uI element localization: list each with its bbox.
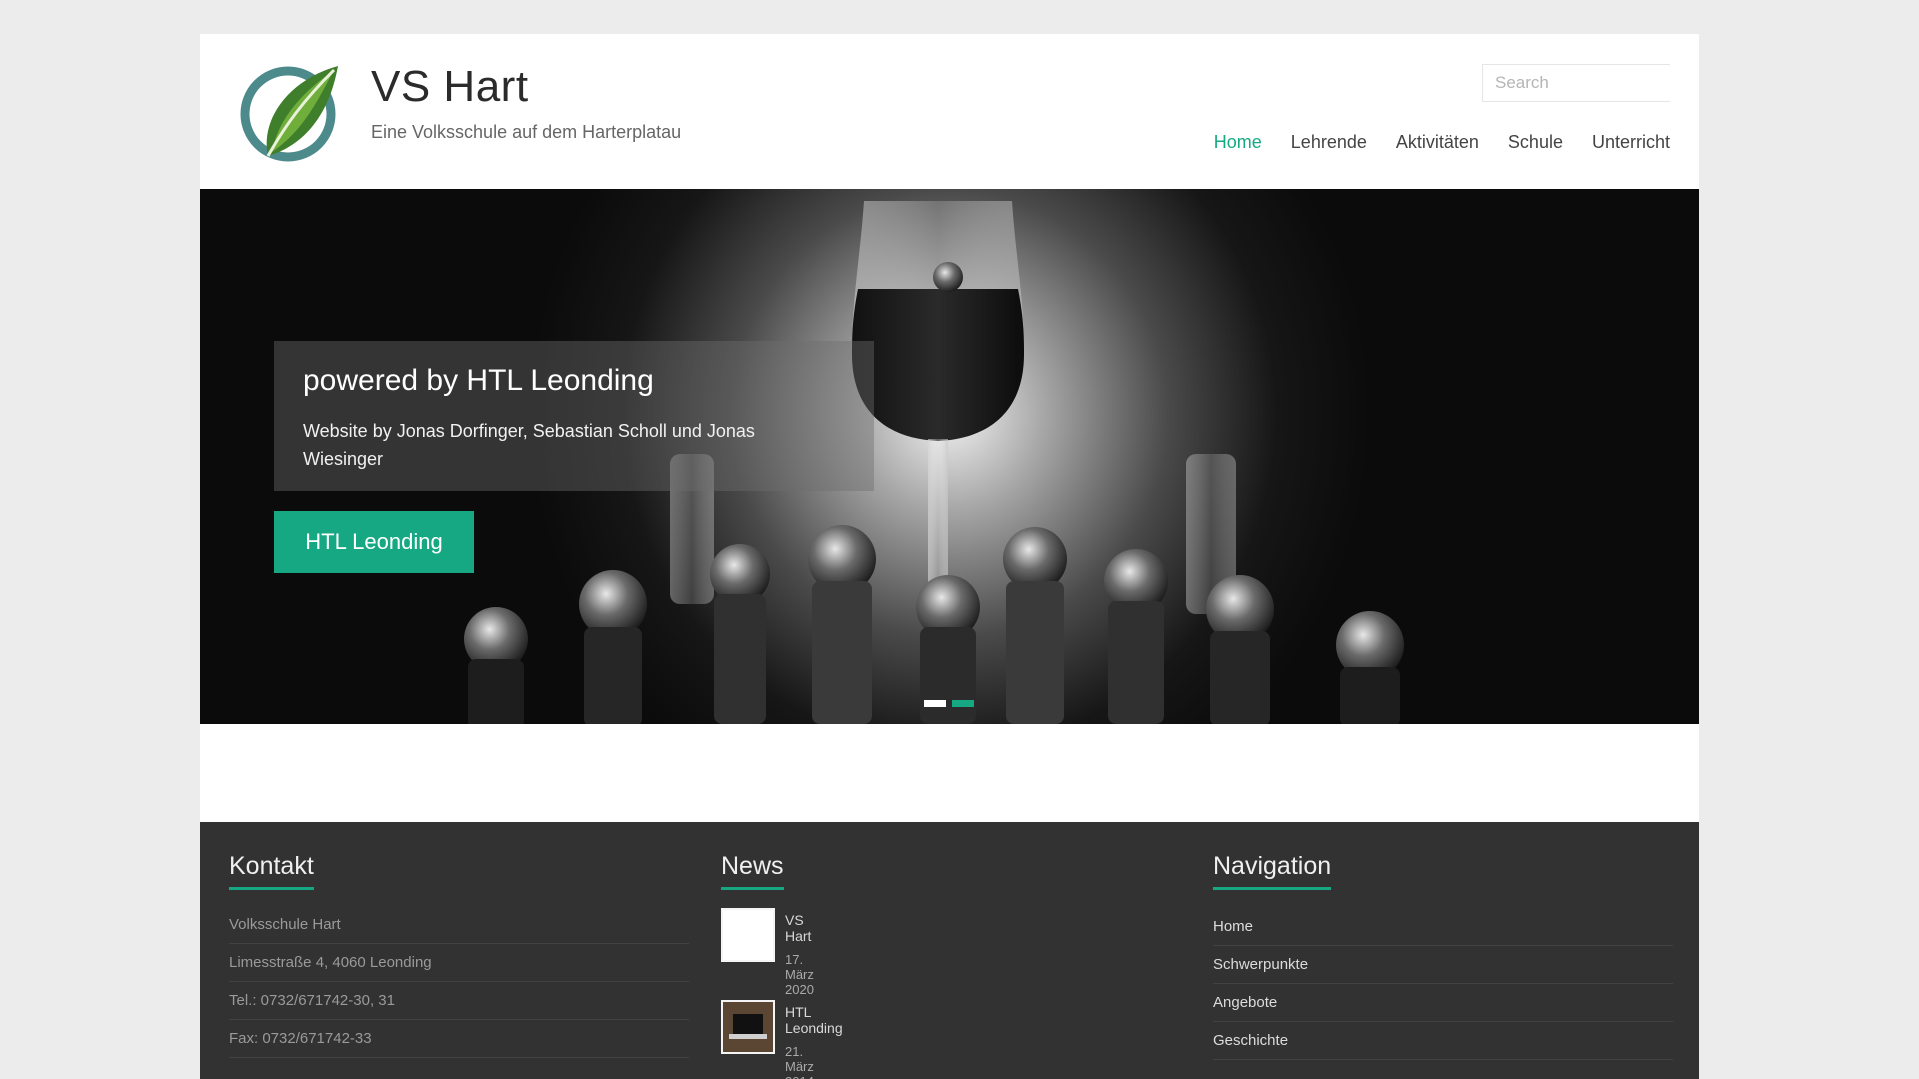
nav-item-lehrende[interactable]: Lehrende (1291, 132, 1367, 153)
nav-item-schule[interactable]: Schule (1508, 132, 1563, 153)
search-input[interactable] (1483, 65, 1699, 101)
site-title[interactable]: VS Hart (371, 62, 529, 112)
nav-item-unterricht[interactable]: Unterricht (1592, 132, 1670, 153)
footer-news: News VS Hart 17. März 2020 HTL Leonding … (721, 852, 843, 1079)
navigation-heading: Navigation (1213, 852, 1332, 890)
news-title[interactable]: VS Hart (785, 912, 811, 944)
site-footer: Kontakt Volksschule Hart Limesstraße 4, … (200, 822, 1699, 1079)
footer-nav-item-schwerpunkte[interactable]: Schwerpunkte (1213, 946, 1673, 984)
news-title[interactable]: HTL Leonding (785, 1004, 843, 1036)
slide-caption-title: powered by HTL Leonding (303, 364, 654, 397)
footer-nav-item-geschichte[interactable]: Geschichte (1213, 1022, 1673, 1060)
news-item: VS Hart 17. März 2020 (721, 908, 814, 1000)
news-heading: News (721, 852, 784, 890)
laptop-image (723, 1002, 773, 1052)
contact-line: Limesstraße 4, 4060 Leonding (229, 944, 689, 982)
contact-heading: Kontakt (229, 852, 314, 890)
footer-nav-item-angebote[interactable]: Angebote (1213, 984, 1673, 1022)
footer-navigation: Navigation Home Schwerpunkte Angebote Ge… (1213, 852, 1673, 1060)
site-container: VS Hart Eine Volksschule auf dem Harterp… (200, 34, 1699, 1079)
nav-item-aktivitaeten[interactable]: Aktivitäten (1396, 132, 1479, 153)
slider-dot-2[interactable] (952, 700, 974, 707)
slider-dot-1[interactable] (924, 700, 946, 707)
site-tagline: Eine Volksschule auf dem Harterplatau (371, 122, 682, 142)
news-date: 21. März 2014 (785, 1044, 814, 1079)
slide-caption-text: Website by Jonas Dorfinger, Sebastian Sc… (303, 421, 755, 469)
hero-slider: powered by HTL Leonding Website by Jonas… (200, 189, 1699, 724)
news-thumbnail[interactable] (721, 908, 775, 962)
footer-contact: Kontakt Volksschule Hart Limesstraße 4, … (229, 852, 689, 1058)
nav-item-home[interactable]: Home (1214, 132, 1262, 153)
news-list: VS Hart 17. März 2020 HTL Leonding 21. M… (721, 908, 843, 1079)
contact-line: Volksschule Hart (229, 906, 689, 944)
site-header: VS Hart Eine Volksschule auf dem Harterp… (200, 34, 1699, 189)
contact-line: Tel.: 0732/671742-30, 31 (229, 982, 689, 1020)
news-item: HTL Leonding 21. März 2014 (721, 1000, 843, 1079)
footer-nav-list: Home Schwerpunkte Angebote Geschichte (1213, 908, 1673, 1060)
contact-list: Volksschule Hart Limesstraße 4, 4060 Leo… (229, 906, 689, 1058)
slider-pagination (924, 700, 974, 707)
search-form (1482, 64, 1699, 102)
footer-nav-item-home[interactable]: Home (1213, 908, 1673, 946)
leaf-logo-icon[interactable] (238, 60, 342, 164)
htl-leonding-button[interactable]: HTL Leonding (274, 511, 474, 573)
contact-line: Fax: 0732/671742-33 (229, 1020, 689, 1058)
news-thumbnail[interactable] (721, 1000, 775, 1054)
news-date: 17. März 2020 (785, 952, 814, 997)
main-nav: Home Lehrende Aktivitäten Schule Unterri… (1214, 132, 1670, 153)
